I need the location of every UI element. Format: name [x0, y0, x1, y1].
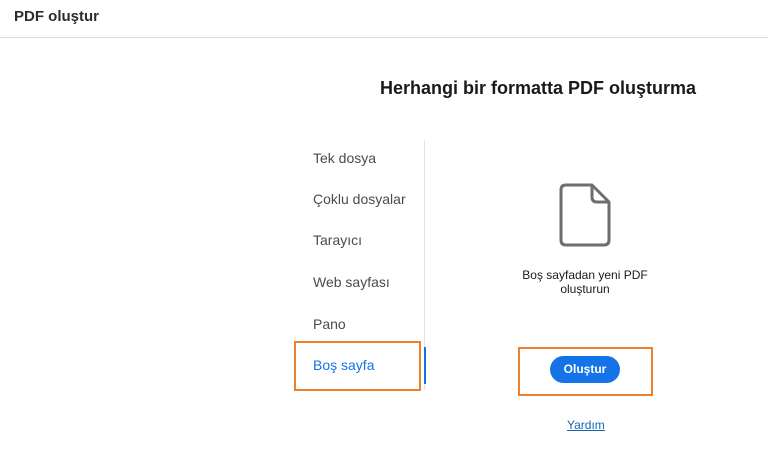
- page-heading: Herhangi bir formatta PDF oluşturma: [380, 78, 697, 98]
- blank-document-icon: [559, 183, 611, 247]
- help-link[interactable]: Yardım: [567, 418, 605, 432]
- nav-item-single-file[interactable]: Tek dosya: [313, 150, 376, 166]
- nav-item-scanner[interactable]: Tarayıcı: [313, 232, 362, 248]
- create-button[interactable]: Oluştur: [550, 356, 620, 383]
- source-type-list: Tek dosya Çoklu dosyalar Tarayıcı Web sa…: [296, 140, 426, 390]
- nav-item-web-page[interactable]: Web sayfası: [313, 274, 390, 290]
- nav-item-multiple-files[interactable]: Çoklu dosyalar: [313, 191, 406, 207]
- nav-active-indicator: [424, 347, 426, 384]
- nav-item-blank-page[interactable]: Boş sayfa: [313, 357, 374, 373]
- blank-page-description: Boş sayfadan yeni PDF oluşturun: [522, 268, 648, 296]
- app-title: PDF oluştur: [14, 8, 99, 25]
- nav-item-clipboard[interactable]: Pano: [313, 316, 346, 332]
- app-header: PDF oluştur: [0, 0, 768, 38]
